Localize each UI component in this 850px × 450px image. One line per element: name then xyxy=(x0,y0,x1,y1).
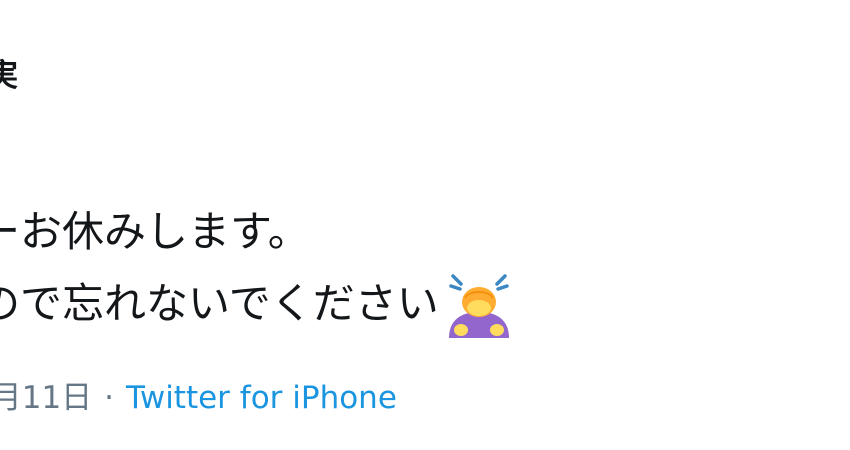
tweet-text-line-1: ターお休みします。 xyxy=(0,207,310,256)
meta-separator: · xyxy=(104,380,115,416)
tweet-text-line-2: すので忘れないでください xyxy=(0,268,517,340)
tweet-text-line-2-text: すので忘れないでください xyxy=(0,279,439,328)
tweet-text: ターお休みします。 すので忘れないでください xyxy=(0,196,517,340)
tweet-card: 奈実 n ターお休みします。 すので忘れないでください xyxy=(0,0,850,450)
tweet-meta: 年6月11日 · Twitter for iPhone xyxy=(0,378,397,418)
tweet-date[interactable]: 年6月11日 xyxy=(0,380,92,416)
author-name[interactable]: 奈実 xyxy=(0,56,18,96)
tweet-source-link[interactable]: Twitter for iPhone xyxy=(126,380,397,416)
person-bowing-icon xyxy=(441,268,517,340)
